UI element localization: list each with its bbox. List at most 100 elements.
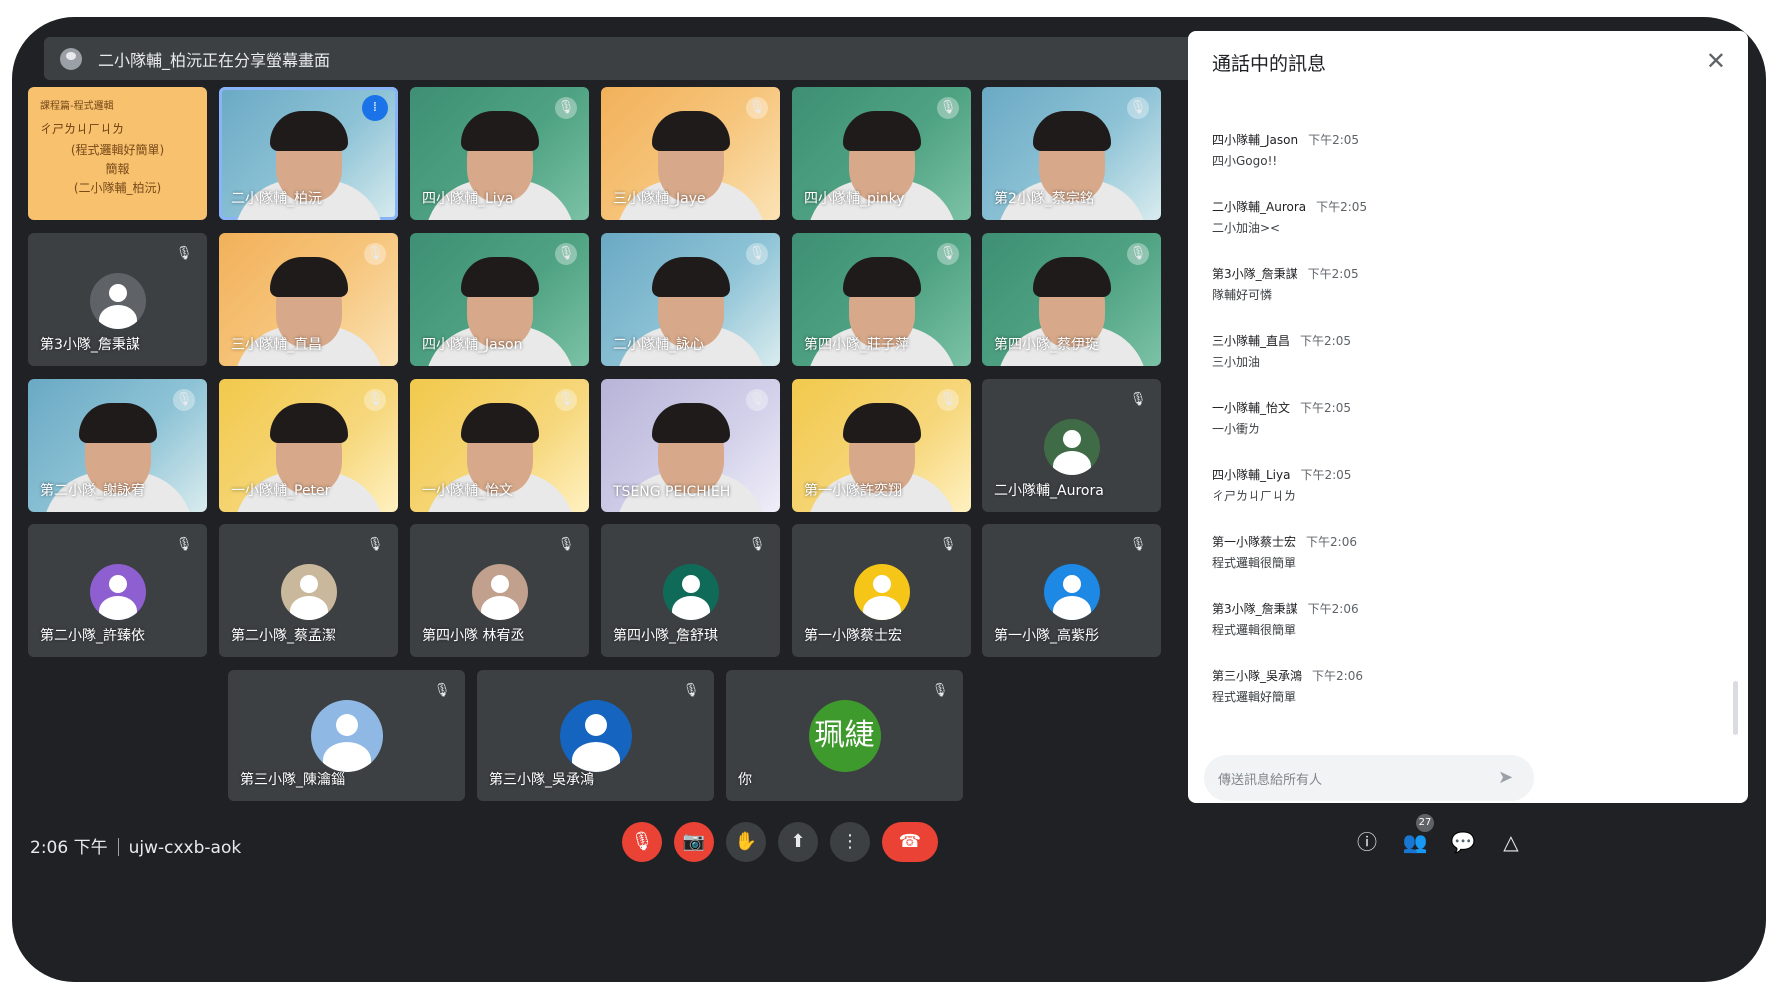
- slide-line-3: (程式邏輯好簡單): [70, 143, 165, 157]
- mic-muted-icon: 🎙: [555, 243, 577, 265]
- avatar: [89, 273, 146, 329]
- mic-muted-icon: 🎙: [175, 537, 193, 552]
- participant-name: 你: [738, 772, 752, 788]
- avatar-shoulders: [671, 596, 710, 620]
- participant-tile[interactable]: 🎙 第四小隊_詹舒琪: [601, 524, 780, 657]
- participant-tile[interactable]: 🎙 三小隊輔_Jaye: [601, 87, 780, 220]
- participant-tile[interactable]: 🎙 第四小隊_蔡伊琁: [982, 233, 1161, 366]
- chat-sender: 一小隊輔_怡文: [1212, 401, 1291, 415]
- participant-tile[interactable]: 🎙 第一小隊_高紫彤: [982, 524, 1161, 657]
- participant-name: 第四小隊_蔡伊琁: [994, 337, 1099, 353]
- mic-muted-icon: 🎙: [937, 97, 959, 119]
- participant-tile[interactable]: 🎙 第二小隊_蔡孟潔: [219, 524, 398, 657]
- chat-message: 四小隊輔_Liya 下午2:05 ㄔㄕㄌㄐㄏㄐㄌ: [1212, 466, 1712, 533]
- hand-icon[interactable]: ✋: [726, 822, 766, 862]
- chat-input[interactable]: 傳送訊息給所有人: [1204, 755, 1534, 801]
- participant-tile[interactable]: 🎙 第三小隊_吳承鴻: [477, 670, 714, 801]
- participant-name: 四小隊輔_Liya: [422, 191, 514, 207]
- info-icon[interactable]: ⓘ: [1352, 827, 1382, 857]
- participant-tile[interactable]: ⁞ 二小隊輔_柏沅: [219, 87, 398, 220]
- participant-name: 第一小隊_高紫彤: [994, 628, 1099, 644]
- chat-sender: 四小隊輔_Liya: [1212, 468, 1291, 482]
- participant-tile[interactable]: 🎙 四小隊輔_pinky: [792, 87, 971, 220]
- chat-message: 第3小隊_詹秉謀 下午2:05 隊輔好可憐: [1212, 265, 1712, 332]
- participant-tile[interactable]: 🎙 三小隊輔_直昌: [219, 233, 398, 366]
- chat-text: 程式邏輯很簡單: [1212, 623, 1297, 637]
- avatar: [280, 564, 337, 620]
- participant-tile[interactable]: 🎙 第一小隊許奕翔: [792, 379, 971, 512]
- camera-off-icon[interactable]: 📷: [674, 822, 714, 862]
- avatar-head: [872, 575, 891, 593]
- divider: [117, 838, 119, 856]
- chat-message-meta: 二小隊輔_Aurora 下午2:05: [1212, 198, 1712, 215]
- participant-tile[interactable]: 🎙 第2小隊_蔡宗銘: [982, 87, 1161, 220]
- chat-sender: 第一小隊蔡士宏: [1212, 535, 1297, 549]
- chat-message-meta: 第三小隊_吳承鴻 下午2:06: [1212, 667, 1712, 684]
- participant-tile[interactable]: 🎙 第四小隊_莊子萍: [792, 233, 971, 366]
- avatar: 珮緁: [808, 700, 881, 772]
- participant-tile[interactable]: 🎙 第四小隊 林宥丞: [410, 524, 589, 657]
- participant-name: 第一小隊許奕翔: [804, 483, 902, 499]
- presenter-avatar-icon: [60, 47, 82, 70]
- participant-tile[interactable]: 🎙 一小隊輔_Peter: [219, 379, 398, 512]
- slide-line-1: 課程篇-程式邏輯: [40, 101, 114, 112]
- participant-tile[interactable]: 🎙 第3小隊_詹秉謀: [28, 233, 207, 366]
- participant-name: 三小隊輔_直昌: [231, 337, 322, 353]
- chat-input-placeholder: 傳送訊息給所有人: [1218, 772, 1323, 788]
- avatar-head: [681, 575, 700, 593]
- more-vert-icon[interactable]: ⋮: [830, 822, 870, 862]
- participant-tile[interactable]: 🎙 第一小隊蔡士宏: [792, 524, 971, 657]
- mic-muted-icon: 🎙: [173, 389, 195, 411]
- participant-name: 四小隊輔_Jason: [422, 337, 523, 353]
- chat-sender: 三小隊輔_直昌: [1212, 334, 1291, 348]
- participant-name: 第三小隊_吳承鴻: [489, 772, 594, 788]
- participant-tile[interactable]: 🎙 二小隊輔_詠心: [601, 233, 780, 366]
- mic-off-icon[interactable]: 🎙: [622, 822, 662, 862]
- chat-time: 下午2:05: [1300, 401, 1351, 415]
- participant-tile[interactable]: 🎙 四小隊輔_Liya: [410, 87, 589, 220]
- chat-icon[interactable]: 💬: [1448, 827, 1478, 857]
- meeting-code: ujw-cxxb-aok: [128, 838, 242, 858]
- chat-time: 下午2:06: [1306, 535, 1357, 549]
- avatar: [853, 564, 910, 620]
- chat-message: 一小隊輔_怡文 下午2:05 一小衝ㄌ: [1212, 399, 1712, 466]
- avatar: [1043, 419, 1100, 475]
- mic-muted-icon: 🎙: [746, 389, 768, 411]
- mic-muted-icon: 🎙: [746, 243, 768, 265]
- shapes-icon[interactable]: △: [1496, 827, 1526, 857]
- avatar: [559, 700, 632, 772]
- chat-message-meta: 三小隊輔_直昌 下午2:05: [1212, 332, 1712, 349]
- participant-tile[interactable]: 🎙 一小隊輔_怡文: [410, 379, 589, 512]
- participant-tile[interactable]: 🎙 第二小隊_謝詠宥: [28, 379, 207, 512]
- chat-scrollbar[interactable]: [1733, 681, 1738, 735]
- chat-sender: 二小隊輔_Aurora: [1212, 200, 1307, 214]
- chat-time: 下午2:05: [1307, 267, 1359, 281]
- call-end-icon[interactable]: ☎: [882, 822, 938, 862]
- mic-muted-icon: 🎙: [1127, 243, 1149, 265]
- chat-message-list: 四小隊輔_Jason 下午2:05 四小Gogo!! 二小隊輔_Aurora 下午2:0…: [1212, 131, 1712, 734]
- participant-tile[interactable]: 🎙 二小隊輔_Aurora: [982, 379, 1161, 512]
- send-icon[interactable]: ➤: [1498, 767, 1513, 788]
- mic-muted-icon: 🎙: [1129, 537, 1147, 552]
- close-icon[interactable]: ✕: [1706, 47, 1726, 75]
- chat-panel: 通話中的訊息 ✕ 四小隊輔_Jason 下午2:05 四小Gogo!! 二小隊輔_Au…: [1188, 31, 1748, 803]
- chat-time: 下午2:05: [1300, 468, 1352, 482]
- avatar-shoulders: [862, 596, 901, 620]
- participant-tile[interactable]: 🎙 TSENG PEICHIEH: [601, 379, 780, 512]
- avatar: [310, 700, 383, 772]
- avatar-shoulders: [1052, 451, 1091, 475]
- presentation-slide: 課程篇-程式邏輯 ㄔㄕㄌㄐㄏㄐㄌ (程式邏輯好簡單) 簡報 (二小隊輔_柏沅): [28, 87, 207, 220]
- participant-tile[interactable]: 珮緁 🎙 你: [726, 670, 963, 801]
- chat-time: 下午2:05: [1300, 334, 1351, 348]
- avatar-head: [584, 714, 607, 736]
- participant-tile[interactable]: 🎙 四小隊輔_Jason: [410, 233, 589, 366]
- participant-tile[interactable]: 🎙 第三小隊_陳瀹錙: [228, 670, 465, 801]
- presentation-tile[interactable]: 課程篇-程式邏輯 ㄔㄕㄌㄐㄏㄐㄌ (程式邏輯好簡單) 簡報 (二小隊輔_柏沅): [28, 87, 207, 220]
- present-icon[interactable]: ⬆: [778, 822, 818, 862]
- participant-tile[interactable]: 🎙 第二小隊_許臻依: [28, 524, 207, 657]
- avatar: [662, 564, 719, 620]
- mic-muted-icon: 🎙: [366, 537, 384, 552]
- mic-muted-icon: 🎙: [175, 246, 193, 261]
- mic-muted-icon: 🎙: [555, 389, 577, 411]
- chat-message: 三小隊輔_直昌 下午2:05 三小加油: [1212, 332, 1712, 399]
